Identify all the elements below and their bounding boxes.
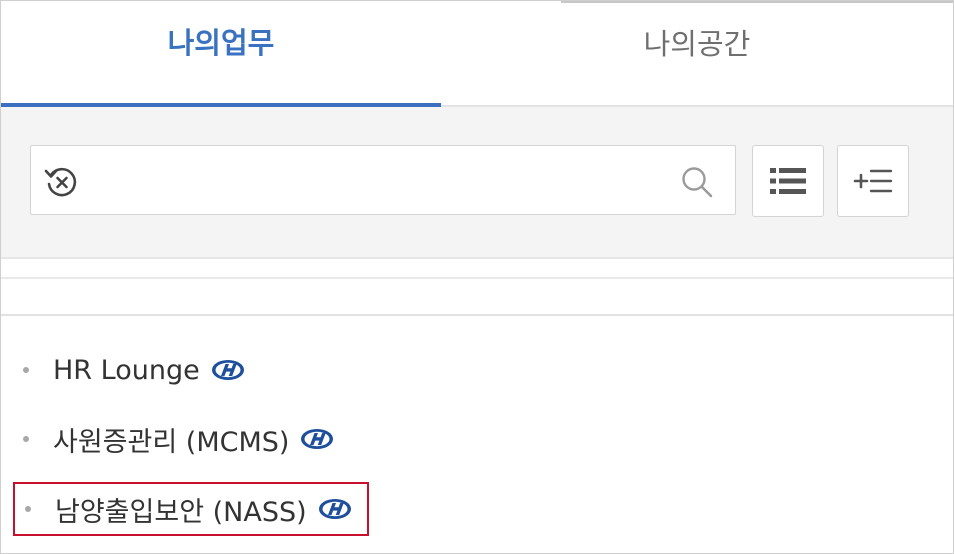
search-input[interactable] <box>97 156 661 206</box>
bullet <box>25 506 31 512</box>
bullet <box>23 436 29 442</box>
panel: 나의업무 나의공간 HR Lounge 사원증관리 (MCMS) 남양출입보안 … <box>0 0 954 554</box>
list-item-label: 남양출입보안 (NASS) <box>55 496 307 528</box>
list-item-label: 사원증관리 (MCMS) <box>53 426 290 458</box>
list-view-button[interactable] <box>752 145 824 217</box>
list-item-nass[interactable]: 남양출입보안 (NASS) <box>13 482 369 536</box>
tab-my-work[interactable]: 나의업무 <box>1 1 441 107</box>
bullet <box>23 367 29 373</box>
divider <box>1 277 953 279</box>
hyundai-logo-icon <box>318 499 351 519</box>
tab-bar: 나의업무 나의공간 <box>1 1 953 107</box>
hyundai-logo-icon <box>211 360 244 380</box>
divider <box>1 314 953 316</box>
search-toolbar <box>1 107 953 259</box>
search-box <box>30 145 736 215</box>
add-list-button[interactable] <box>837 145 909 217</box>
reset-history-icon[interactable] <box>43 163 81 201</box>
add-list-icon <box>853 169 893 193</box>
list-icon <box>770 168 806 194</box>
list-item-mcms[interactable]: 사원증관리 (MCMS) <box>13 414 349 464</box>
hyundai-logo-icon <box>301 429 334 449</box>
tab-my-space[interactable]: 나의공간 <box>441 1 953 107</box>
search-icon[interactable] <box>679 164 715 200</box>
list-item-label: HR Lounge <box>53 354 200 386</box>
list-item-hr-lounge[interactable]: HR Lounge <box>13 345 260 395</box>
